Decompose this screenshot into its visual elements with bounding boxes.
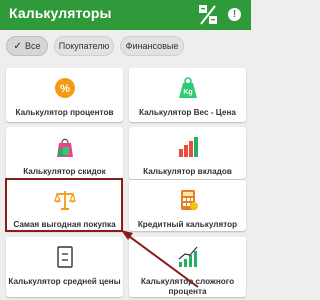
- card-deposit-calculator[interactable]: Калькулятор вкладов: [129, 127, 246, 179]
- discount-bag-icon: [56, 138, 73, 157]
- card-label: Калькулятор средней цены: [8, 277, 121, 286]
- card-compound-interest-calculator[interactable]: Калькулятор сложного процента: [129, 237, 246, 297]
- filter-chips: ✓ Все Покупателю Финансовые: [0, 36, 251, 58]
- check-icon: ✓: [13, 41, 22, 52]
- card-label: Кредитный калькулятор: [137, 220, 238, 229]
- card-label: Калькулятор процентов: [15, 108, 114, 117]
- chip-label: Все: [24, 41, 41, 51]
- chip-label: Покупателю: [58, 41, 110, 51]
- card-weight-price-calculator[interactable]: Kg Калькулятор Вес - Цена: [129, 68, 246, 122]
- info-icon[interactable]: !: [228, 8, 241, 21]
- highlight-box: [5, 178, 123, 232]
- card-average-price-calculator[interactable]: Калькулятор средней цены: [6, 237, 123, 297]
- calculator-toggle-icon[interactable]: [198, 4, 218, 26]
- chip-buyer[interactable]: Покупателю: [54, 36, 114, 56]
- card-percent-calculator[interactable]: % Калькулятор процентов: [6, 68, 123, 122]
- card-label: Калькулятор Вес - Цена: [139, 108, 236, 117]
- average-price-icon: [56, 246, 73, 268]
- card-credit-calculator[interactable]: Кредитный калькулятор: [129, 180, 246, 231]
- percent-icon: %: [54, 78, 75, 98]
- page-title: Калькуляторы: [9, 5, 112, 21]
- card-label: Калькулятор вкладов: [143, 167, 232, 176]
- card-label: Калькулятор скидок: [23, 167, 106, 176]
- card-discount-calculator[interactable]: Калькулятор скидок: [6, 127, 123, 179]
- svg-text:Kg: Kg: [183, 89, 192, 96]
- card-label: Калькулятор сложного процента: [140, 277, 235, 296]
- growth-chart-icon: [178, 246, 197, 267]
- svg-text:%: %: [60, 83, 70, 95]
- app-bar: Калькуляторы !: [0, 0, 251, 30]
- chip-financial[interactable]: Финансовые: [120, 36, 184, 56]
- chip-all[interactable]: ✓ Все: [6, 36, 48, 56]
- bar-chart-icon: [178, 137, 198, 157]
- weight-icon: Kg: [178, 77, 197, 98]
- chip-label: Финансовые: [125, 41, 179, 51]
- credit-calculator-icon: [180, 190, 198, 210]
